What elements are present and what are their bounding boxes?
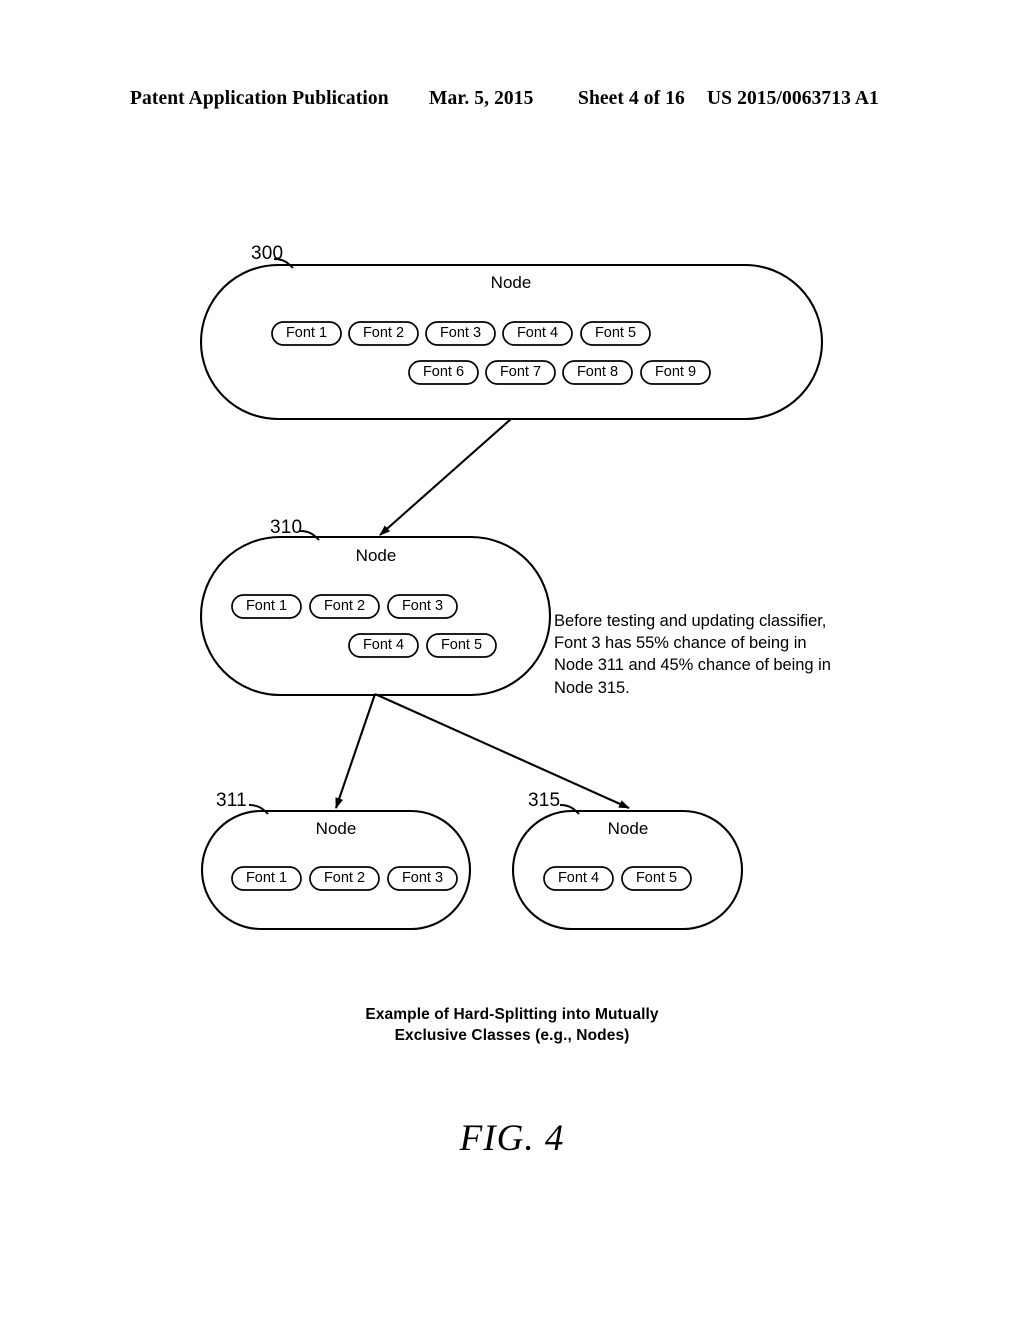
edge-310-to-311 [335,693,376,809]
node-310-title: Node [355,546,397,565]
chip-label: Font 8 [576,364,619,380]
figure-caption-line2: Exclusive Classes (e.g., Nodes) [394,1027,630,1044]
chip-label: Font 4 [362,637,405,653]
reference-numeral-315: 315 [528,790,561,811]
chip-label: Font 2 [362,325,405,341]
chip-label: Font 5 [635,870,678,886]
reference-numeral-300: 300 [251,243,284,264]
figure-caption-line1: Example of Hard-Splitting into Mutually [365,1006,659,1023]
chip-label: Font 6 [422,364,465,380]
chip-label: Font 2 [323,870,366,886]
chip-label: Font 1 [285,325,328,341]
chip-label: Font 3 [401,870,444,886]
node-311-title: Node [315,819,357,838]
chip-label: Font 2 [323,598,366,614]
chip-label: Font 5 [594,325,637,341]
edge-310-to-315 [374,693,630,809]
chip-label: Font 1 [245,598,288,614]
chip-label: Font 3 [401,598,444,614]
node-300-title: Node [490,273,532,292]
chip-label: Font 7 [499,364,542,380]
node-315-title: Node [607,819,649,838]
chip-label: Font 5 [440,637,483,653]
chip-label: Font 9 [654,364,697,380]
chip-label: Font 1 [245,870,288,886]
figure-label: FIG. 4 [459,1118,565,1159]
chip-label: Font 3 [439,325,482,341]
figure-caption: Example of Hard-Splitting into Mutually … [0,1004,1024,1046]
chip-label: Font 4 [516,325,559,341]
chip-label: Font 4 [557,870,600,886]
reference-numeral-311: 311 [216,790,247,811]
annotation-text: Before testing and updating classifier, … [554,612,831,697]
reference-numeral-310: 310 [270,517,303,538]
edge-300-to-310 [379,418,512,536]
